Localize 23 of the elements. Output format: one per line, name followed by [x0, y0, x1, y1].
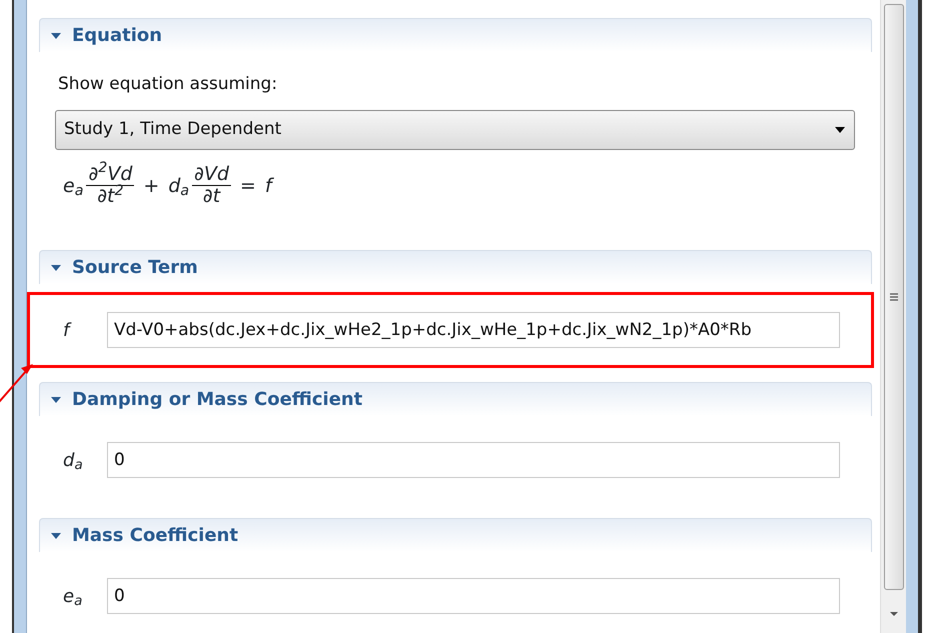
grip-icon: [888, 292, 898, 302]
section-header[interactable]: Mass Coefficient: [39, 518, 872, 552]
input-field[interactable]: 0: [107, 578, 840, 614]
equation-symbol: f: [264, 174, 272, 199]
field-label: d$_{a}$: [63, 448, 84, 474]
input-field[interactable]: 0: [107, 442, 840, 478]
scrollbar-thumb[interactable]: [884, 4, 904, 590]
section-header[interactable]: Source Term: [39, 250, 872, 284]
equation-fraction: ∂Vd ∂t: [192, 164, 232, 208]
study-select[interactable]: Study 1, Time Dependent: [55, 110, 855, 150]
dropdown-caret-icon: [834, 126, 846, 134]
equation-fraction: ∂$^{2}$Vd ∂t$^{2}$: [86, 164, 134, 208]
section-header[interactable]: Damping or Mass Coefficient: [39, 382, 872, 416]
equation-symbol: d$_{a}$: [168, 174, 190, 200]
prompt-label: Show equation assuming:: [58, 73, 278, 96]
field-label: f: [63, 318, 72, 343]
equation-operator: =: [239, 174, 257, 199]
equation-symbol: e$_{a}$: [63, 174, 84, 200]
equation-operator: +: [142, 174, 160, 199]
input-field[interactable]: Vd-V0+abs(dc.Jex+dc.Jix_wHe2_1p+dc.Jix_wHe_1p+dc.Jix_wN2_1p)*A0*Rb: [107, 312, 840, 348]
scroll-down-icon[interactable]: [888, 610, 900, 618]
field-label: e$_{a}$: [63, 584, 84, 610]
section-header[interactable]: Equation: [39, 18, 872, 52]
